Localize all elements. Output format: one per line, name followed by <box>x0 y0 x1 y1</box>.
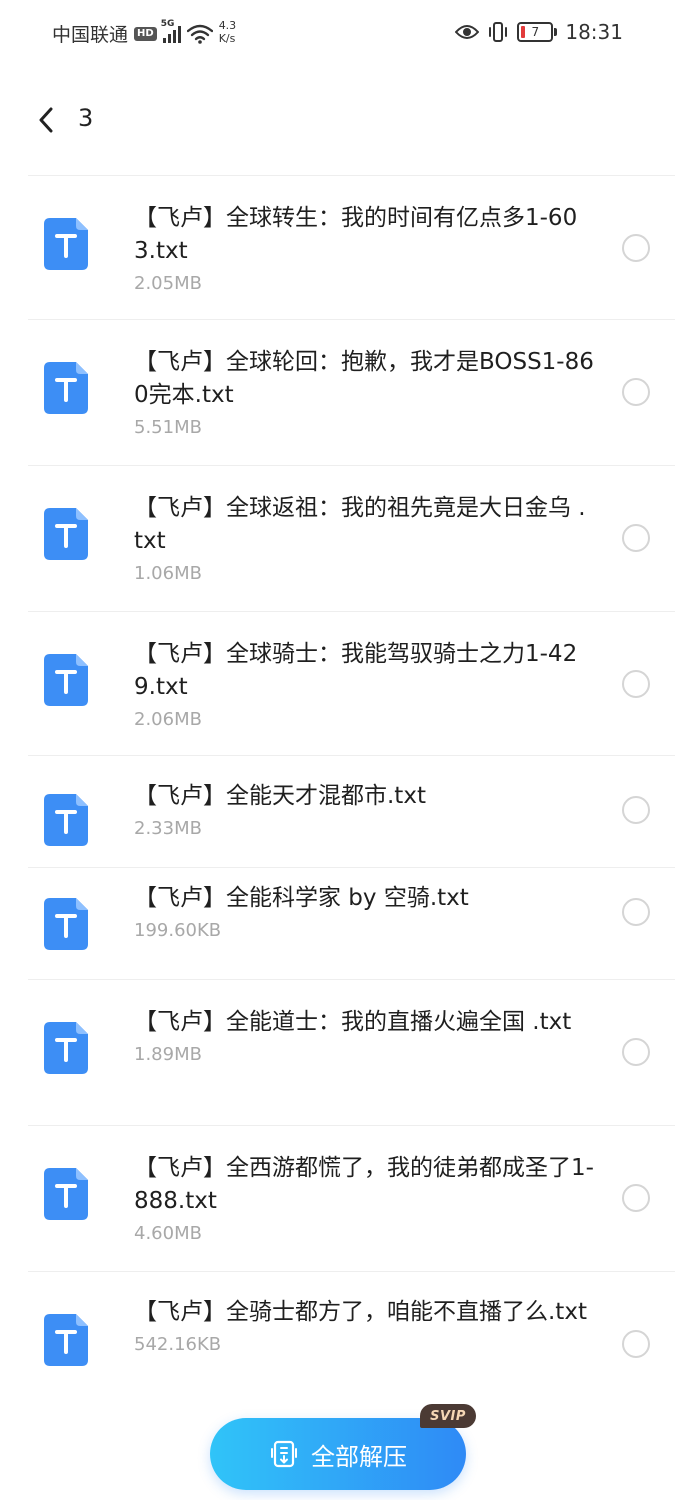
speed-unit: K/s <box>218 31 236 45</box>
file-name: 【飞卢】全骑士都方了，咱能不直播了么.txt <box>134 1299 587 1325</box>
file-size: 5.51MB <box>134 417 202 438</box>
select-radio[interactable] <box>622 234 650 262</box>
file-row[interactable]: 【飞卢】全能天才混都市.txt 2.33MB <box>28 755 675 867</box>
back-button[interactable] <box>28 102 64 138</box>
file-size: 4.60MB <box>134 1223 202 1244</box>
battery-icon: 7 <box>517 22 558 42</box>
status-bar: 中国联通 HD 5G 4.3 K/s 7 18:31 <box>0 0 675 70</box>
hd-badge: HD <box>134 26 157 41</box>
wifi-icon <box>186 24 213 44</box>
cellular-signal-icon: 5G <box>161 19 181 43</box>
file-name: 【飞卢】全球转生：我的时间有亿点多1-603.txt <box>134 205 578 264</box>
file-row[interactable]: 【飞卢】全能科学家 by 空骑.txt 199.60KB <box>28 867 675 979</box>
file-size: 1.89MB <box>134 1044 202 1065</box>
file-size: 199.60KB <box>134 920 222 941</box>
extract-all-button[interactable]: 全部解压 <box>210 1418 466 1490</box>
select-radio[interactable] <box>622 1184 650 1212</box>
file-list: 【飞卢】全球转生：我的时间有亿点多1-603.txt 2.05MB 【飞卢】全球… <box>28 175 675 1401</box>
text-file-icon <box>44 1314 88 1366</box>
file-name: 【飞卢】全球轮回：抱歉，我才是BOSS1-860完本.txt <box>134 349 594 408</box>
svip-badge: SVIP <box>420 1404 476 1428</box>
file-row[interactable]: 【飞卢】全球返祖：我的祖先竟是大日金乌 .txt 1.06MB <box>28 465 675 611</box>
chevron-left-icon <box>39 107 53 133</box>
text-file-icon <box>44 1168 88 1220</box>
select-radio[interactable] <box>622 1038 650 1066</box>
file-name: 【飞卢】全能科学家 by 空骑.txt <box>134 885 469 911</box>
status-right: 7 18:31 <box>455 20 623 44</box>
network-type: 5G <box>160 18 175 29</box>
file-size: 2.06MB <box>134 709 202 730</box>
file-name: 【飞卢】全球骑士：我能驾驭骑士之力1-429.txt <box>134 641 578 700</box>
text-file-icon <box>44 508 88 560</box>
select-radio[interactable] <box>622 1330 650 1358</box>
speed-value: 4.3 <box>218 18 237 32</box>
battery-level: 7 <box>531 25 540 39</box>
file-row[interactable]: 【飞卢】全球骑士：我能驾驭骑士之力1-429.txt 2.06MB <box>28 611 675 755</box>
file-size: 2.33MB <box>134 818 202 839</box>
select-radio[interactable] <box>622 670 650 698</box>
status-left: 中国联通 HD 5G 4.3 K/s <box>52 19 237 47</box>
text-file-icon <box>44 654 88 706</box>
file-row[interactable]: 【飞卢】全能道士：我的直播火遍全国 .txt 1.89MB <box>28 979 675 1125</box>
file-size: 1.06MB <box>134 563 202 584</box>
vibrate-icon <box>489 22 508 42</box>
file-size: 542.16KB <box>134 1334 222 1355</box>
carrier-label: 中国联通 <box>52 24 129 46</box>
file-row[interactable]: 【飞卢】全骑士都方了，咱能不直播了么.txt 542.16KB <box>28 1271 675 1401</box>
file-name: 【飞卢】全能天才混都市.txt <box>134 783 426 809</box>
select-radio[interactable] <box>622 898 650 926</box>
file-row[interactable]: 【飞卢】全西游都慌了，我的徒弟都成圣了1-888.txt 4.60MB <box>28 1125 675 1271</box>
clock: 18:31 <box>565 20 623 44</box>
select-radio[interactable] <box>622 796 650 824</box>
file-name: 【飞卢】全能道士：我的直播火遍全国 .txt <box>134 1009 572 1035</box>
text-file-icon <box>44 362 88 414</box>
eye-icon <box>455 25 480 39</box>
file-row[interactable]: 【飞卢】全球轮回：抱歉，我才是BOSS1-860完本.txt 5.51MB <box>28 319 675 465</box>
text-file-icon <box>44 794 88 846</box>
file-row[interactable]: 【飞卢】全球转生：我的时间有亿点多1-603.txt 2.05MB <box>28 175 675 319</box>
page-title: 3 <box>78 104 94 132</box>
text-file-icon <box>44 218 88 270</box>
extract-all-label: 全部解压 <box>311 1442 407 1471</box>
text-file-icon <box>44 1022 88 1074</box>
text-file-icon <box>44 898 88 950</box>
header: 3 <box>0 80 675 160</box>
select-radio[interactable] <box>622 378 650 406</box>
file-name: 【飞卢】全西游都慌了，我的徒弟都成圣了1-888.txt <box>134 1155 594 1214</box>
file-size: 2.05MB <box>134 273 202 294</box>
select-radio[interactable] <box>622 524 650 552</box>
extract-icon <box>271 1440 297 1468</box>
file-name: 【飞卢】全球返祖：我的祖先竟是大日金乌 .txt <box>134 495 586 554</box>
network-speed: 4.3 K/s <box>219 19 237 45</box>
